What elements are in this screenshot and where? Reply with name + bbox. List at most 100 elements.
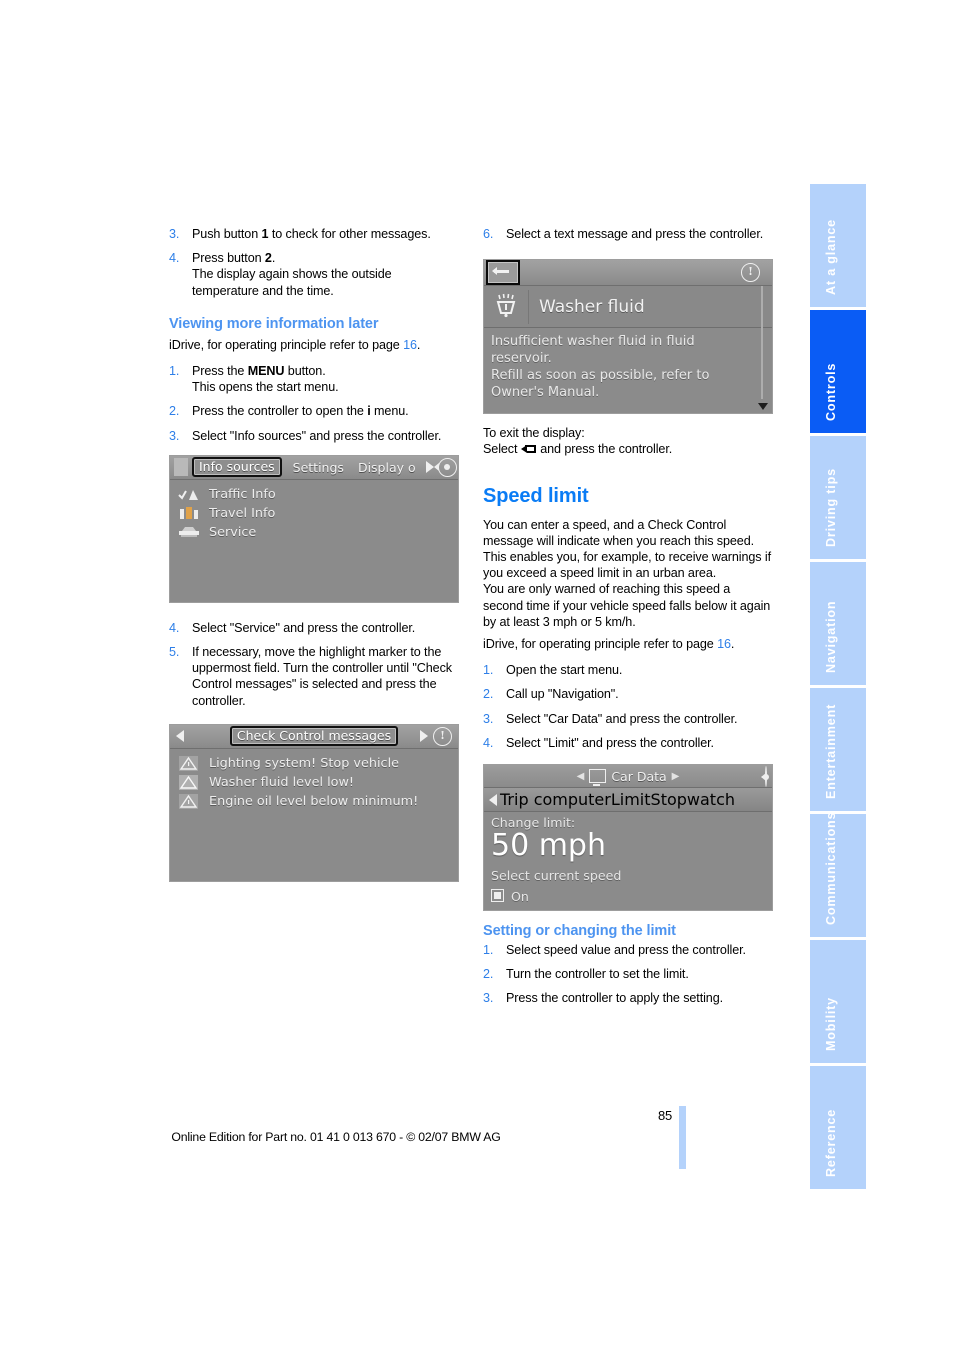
step-text: Select "Service" and press the controlle…: [192, 620, 416, 635]
step-text-part: .: [271, 251, 276, 266]
step-text-part: to check for other messages.: [268, 227, 431, 241]
chevron-right-icon[interactable]: ▶: [672, 771, 680, 782]
list-item-washer-fluid[interactable]: Washer fluid level low!: [170, 773, 458, 792]
washer-fluid-icon: [490, 291, 522, 323]
list-item-label: Travel Info: [209, 505, 276, 521]
tab-mobility[interactable]: Mobility: [810, 940, 866, 1063]
list-item-lighting-system[interactable]: Lighting system! Stop vehicle: [170, 754, 458, 773]
chevron-left-icon[interactable]: ◀: [577, 771, 585, 782]
step-bold: 2: [264, 251, 272, 266]
list-item-travel-info[interactable]: Travel Info: [170, 504, 458, 523]
monitor-icon: [589, 769, 607, 787]
chevron-right-icon[interactable]: [425, 461, 434, 474]
exit-text-part: and press the controller.: [536, 442, 673, 457]
step-number: 4.: [169, 251, 180, 266]
footer-accent-bar: [679, 1106, 686, 1169]
chevron-left-icon[interactable]: [489, 793, 497, 806]
tab-driving-tips[interactable]: Driving tips: [810, 436, 866, 559]
controller-icon-wrapper: [765, 766, 767, 788]
page-number: 85: [657, 1108, 672, 1123]
tab-label: Controls: [824, 362, 838, 421]
step-text-part: button.: [284, 364, 326, 379]
section-heading-viewing-more: Viewing more information later: [169, 315, 379, 332]
chevron-down-icon[interactable]: [758, 403, 768, 411]
speed-limit-paragraph-1: You can enter a speed, and a Check Contr…: [483, 517, 771, 581]
chevron-left-icon[interactable]: [176, 730, 184, 743]
step-number: 3.: [483, 991, 494, 1006]
back-arrow-icon[interactable]: [486, 260, 520, 286]
step-list-speed-limit: 1. Open the start menu. 2. Call up "Navi…: [483, 662, 773, 751]
tab-navigation[interactable]: Navigation: [810, 562, 866, 685]
warning-triangle-icon: [178, 755, 200, 771]
step-number: 2.: [169, 404, 180, 419]
on-toggle-row[interactable]: On: [491, 886, 772, 905]
info-circle-icon: !: [741, 263, 760, 283]
step-number: 4.: [169, 620, 180, 635]
step-text: If necessary, move the highlight marker …: [192, 645, 452, 708]
step-subtext: This opens the start menu.: [192, 380, 339, 395]
tab-settings[interactable]: Settings: [293, 460, 344, 475]
page-reference-link[interactable]: 16: [403, 338, 417, 352]
page-reference-link[interactable]: 16: [717, 637, 731, 651]
check-control-list: Lighting system! Stop vehicle Washer flu…: [170, 748, 458, 881]
list-item: 4. Select "Limit" and press the controll…: [483, 735, 773, 751]
list-item-label: Traffic Info: [209, 486, 276, 502]
warning-triangle-icon: [178, 774, 200, 790]
step-text: Press the controller to apply the settin…: [506, 991, 724, 1006]
tab-display[interactable]: Display o: [358, 460, 416, 475]
list-item: 6. Select a text message and press the c…: [483, 226, 773, 242]
step-number: 3.: [483, 711, 494, 726]
checkbox-icon[interactable]: [491, 889, 504, 903]
section-heading-setting-limit: Setting or changing the limit: [483, 923, 676, 940]
step-number: 5.: [169, 645, 180, 660]
tab-label: Communications: [824, 814, 838, 925]
tab-trip-computer[interactable]: Trip computer: [500, 790, 611, 809]
message-body: Insufficient washer fluid in fluid reser…: [491, 334, 710, 401]
step-list-mid: 1. Press the MENU button. This opens the …: [169, 363, 459, 444]
idrive-note-right: iDrive, for operating principle refer to…: [483, 636, 773, 652]
tab-limit[interactable]: Limit: [611, 790, 651, 809]
manual-page: 3. Push button 1 to check for other mess…: [0, 0, 954, 1351]
idrive-note-text: iDrive, for operating principle refer to…: [483, 637, 718, 652]
divider: [528, 289, 529, 324]
tab-label: Navigation: [824, 600, 838, 673]
car-data-title: Car Data: [611, 768, 667, 784]
list-item: 1. Open the start menu.: [483, 662, 773, 678]
tab-entertainment[interactable]: Entertainment: [810, 688, 866, 811]
list-item-engine-oil[interactable]: Engine oil level below minimum!: [170, 792, 458, 811]
idrive-note-period: .: [730, 637, 735, 652]
step-text: Select "Car Data" and press the controll…: [506, 711, 738, 726]
toggle-label: On: [511, 889, 529, 905]
screenshot-washer-fluid: ! Washer fluid Insufficient washer fluid…: [483, 259, 773, 415]
chapter-tab-strip: At a glance Controls Driving tips Naviga…: [810, 184, 866, 1189]
title-check-control-messages[interactable]: Check Control messages: [229, 726, 399, 747]
step-text: Turn the controller to set the limit.: [506, 967, 689, 982]
list-item-service[interactable]: Service: [170, 523, 458, 542]
travel-info-icon: [178, 506, 200, 521]
tab-label: Reference: [824, 1108, 838, 1177]
step-number: 2.: [483, 687, 494, 702]
idrive-note-left: iDrive, for operating principle refer to…: [169, 337, 459, 353]
list-item: 3. Select "Car Data" and press the contr…: [483, 711, 773, 727]
scrollbar[interactable]: [758, 286, 768, 411]
tab-label: Mobility: [824, 997, 838, 1051]
step-text: Select a text message and press the cont…: [506, 227, 764, 241]
exit-instruction-line1: To exit the display:: [483, 426, 585, 441]
step-text: Select speed value and press the control…: [506, 943, 746, 958]
list-item: 3. Push button 1 to check for other mess…: [169, 226, 459, 242]
footer-text: Online Edition for Part no. 01 41 0 013 …: [171, 1130, 501, 1144]
chevron-right-icon[interactable]: [420, 730, 428, 743]
step-number: 3.: [169, 227, 180, 241]
list-item-traffic-info[interactable]: Traffic Info: [170, 485, 458, 504]
list-item: 3. Select "Info sources" and press the c…: [169, 428, 459, 444]
tab-at-a-glance[interactable]: At a glance: [810, 184, 866, 307]
service-icon: [178, 525, 200, 540]
speed-limit-value[interactable]: 50 mph: [491, 829, 772, 862]
tab-label: Driving tips: [824, 468, 838, 547]
tab-info-sources[interactable]: Info sources: [192, 457, 282, 478]
tab-stopwatch[interactable]: Stopwatch: [651, 790, 735, 809]
car-data-content: Change limit: 50 mph Select current spee…: [484, 812, 772, 905]
tab-reference[interactable]: Reference: [810, 1066, 866, 1189]
tab-communications[interactable]: Communications: [810, 814, 866, 937]
tab-controls[interactable]: Controls: [810, 310, 866, 433]
